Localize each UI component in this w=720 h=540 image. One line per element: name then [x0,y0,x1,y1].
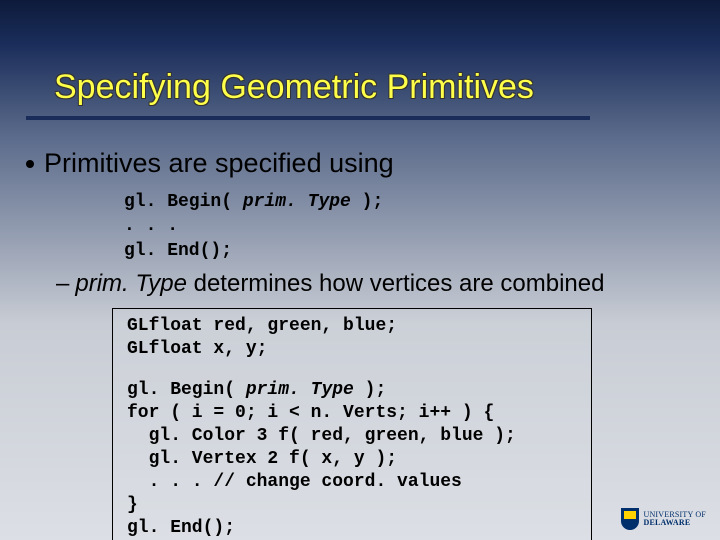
code-line: . . . // change coord. values [127,471,577,494]
code-line: gl. End(); [127,517,577,540]
logo-text: University of Delaware [643,511,706,527]
shield-icon [621,508,639,530]
code-line: for ( i = 0; i < n. Verts; i++ ) { [127,402,577,425]
code-line: } [127,494,577,517]
code-line: GLfloat red, green, blue; [127,315,577,338]
code-line: gl. Begin( prim. Type ); [127,379,577,402]
code-snippet-top: gl. Begin( prim. Type ); . . . gl. End()… [124,190,383,263]
title-underline [26,116,590,120]
code-line: gl. Vertex 2 f( x, y ); [127,448,577,471]
blank-line [127,361,577,379]
bullet-dot-icon [26,160,34,168]
sub-bullet-item: – prim. Type determines how vertices are… [56,270,604,298]
bullet-item: Primitives are specified using [26,148,394,179]
university-logo: University of Delaware [621,508,706,530]
bullet-text: Primitives are specified using [44,148,394,179]
code-line: gl. Begin( prim. Type ); [124,190,383,214]
code-box: GLfloat red, green, blue; GLfloat x, y; … [112,308,592,540]
code-line: gl. Color 3 f( red, green, blue ); [127,425,577,448]
sub-bullet-text: prim. Type determines how vertices are c… [75,270,604,298]
dash-icon: – [56,270,69,298]
code-line: GLfloat x, y; [127,338,577,361]
code-line: gl. End(); [124,239,383,263]
code-line: . . . [124,214,383,238]
slide-title: Specifying Geometric Primitives [54,68,534,107]
